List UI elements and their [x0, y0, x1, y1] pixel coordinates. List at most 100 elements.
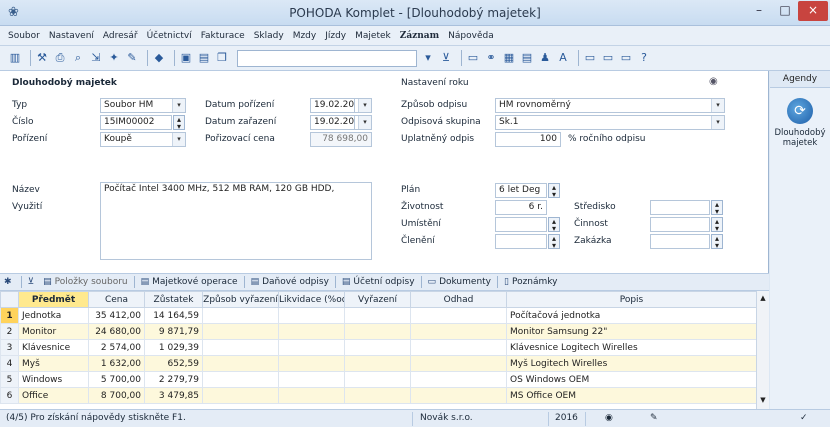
- settings-icon[interactable]: ◉: [709, 76, 718, 87]
- screen-icon[interactable]: ▭: [466, 51, 480, 65]
- stredisko-field[interactable]: [650, 200, 710, 215]
- cislo-field[interactable]: 15IM00002: [100, 115, 172, 130]
- cell-popis[interactable]: Počítačová jednotka: [506, 307, 757, 324]
- table-row[interactable]: 1 Jednotka 35 412,00 14 164,59 Počítačov…: [0, 307, 757, 324]
- cell-zpusob-vyrazeni[interactable]: [202, 371, 279, 388]
- cell-odhad[interactable]: [410, 307, 507, 324]
- cell-likvidace[interactable]: [278, 387, 345, 404]
- cell-likvidace[interactable]: [278, 339, 345, 356]
- cell-predmet[interactable]: Myš: [18, 355, 89, 372]
- column-header[interactable]: Popis: [506, 291, 757, 308]
- tab-danove-odpisy[interactable]: ▤ Daňové odpisy: [251, 277, 329, 287]
- cell-predmet[interactable]: Klávesnice: [18, 339, 89, 356]
- umisteni-spin-icon[interactable]: ▴ ▾: [548, 217, 560, 233]
- uplatneny-field[interactable]: 100: [495, 132, 561, 147]
- tab-filter[interactable]: ⊻: [28, 277, 38, 287]
- table-row[interactable]: 3 Klávesnice 2 574,00 1 029,39 Klávesnic…: [0, 339, 757, 356]
- cislo-spin-icon[interactable]: ▴ ▾: [173, 115, 185, 131]
- cell-predmet[interactable]: Jednotka: [18, 307, 89, 324]
- menu-sklady[interactable]: Sklady: [254, 31, 284, 41]
- tab-ucetni-odpisy[interactable]: ▤ Účetní odpisy: [342, 277, 415, 287]
- chevron-down-icon[interactable]: ▾: [711, 99, 724, 112]
- cell-zustatek[interactable]: 1 029,39: [144, 339, 203, 356]
- menu-majetek[interactable]: Majetek: [355, 31, 391, 41]
- cell-predmet[interactable]: Monitor: [18, 323, 89, 340]
- new-icon[interactable]: ✦: [107, 51, 121, 65]
- menu-nastaveni[interactable]: Nastavení: [49, 31, 94, 41]
- link-icon[interactable]: ⚭: [484, 51, 498, 65]
- cell-cena[interactable]: 2 574,00: [88, 339, 145, 356]
- help-icon[interactable]: ?: [637, 51, 651, 65]
- preview-icon[interactable]: ⌕: [71, 51, 85, 65]
- cinnost-spin-icon[interactable]: ▴ ▾: [711, 217, 723, 233]
- cell-predmet[interactable]: Windows: [18, 371, 89, 388]
- cell-likvidace[interactable]: [278, 323, 345, 340]
- maximize-button[interactable]: □: [772, 1, 798, 21]
- typ-select[interactable]: Soubor HM ▾: [100, 98, 186, 113]
- cell-odhad[interactable]: [410, 339, 507, 356]
- cell-odhad[interactable]: [410, 371, 507, 388]
- print-icon[interactable]: ⎙: [53, 51, 67, 65]
- dropdown-icon[interactable]: ▾: [421, 51, 435, 65]
- column-header[interactable]: Způsob vyřazení: [202, 291, 279, 308]
- zakazka-spin-icon[interactable]: ▴ ▾: [711, 234, 723, 250]
- menu-fakturace[interactable]: Fakturace: [201, 31, 245, 41]
- zivotnost-field[interactable]: 6 r.: [495, 200, 547, 215]
- person-icon[interactable]: ♟: [538, 51, 552, 65]
- menu-zaznam[interactable]: Záznam: [400, 31, 439, 41]
- zakazka-field[interactable]: [650, 234, 710, 249]
- cell-vyrazeni[interactable]: [344, 371, 411, 388]
- table-row[interactable]: 6 Office 8 700,00 3 479,85 MS Office OEM: [0, 387, 757, 404]
- minimize-button[interactable]: –: [746, 1, 772, 21]
- cell-zustatek[interactable]: 9 871,79: [144, 323, 203, 340]
- agenda-item-label[interactable]: Dlouhodobý majetek: [770, 128, 830, 148]
- cell-zpusob-vyrazeni[interactable]: [202, 387, 279, 404]
- cell-popis[interactable]: Monitor Samsung 22": [506, 323, 757, 340]
- datum-porizeni-dropdown[interactable]: ▾: [354, 98, 372, 113]
- cell-zpusob-vyrazeni[interactable]: [202, 323, 279, 340]
- cleneni-field[interactable]: [495, 234, 547, 249]
- cell-zustatek[interactable]: 3 479,85: [144, 387, 203, 404]
- cell-vyrazeni[interactable]: [344, 355, 411, 372]
- menu-soubor[interactable]: Soubor: [8, 31, 40, 41]
- cell-cena[interactable]: 5 700,00: [88, 371, 145, 388]
- cell-popis[interactable]: Myš Logitech Wirelles: [506, 355, 757, 372]
- status-pen-icon[interactable]: ✎: [650, 413, 658, 423]
- column-header[interactable]: Předmět: [18, 291, 89, 308]
- column-header[interactable]: Likvidace (%od: [278, 291, 345, 308]
- plan-field[interactable]: 6 let Deg: [495, 183, 547, 198]
- menu-jizdy[interactable]: Jízdy: [325, 31, 346, 41]
- grid-icon[interactable]: ▦: [502, 51, 516, 65]
- column-header[interactable]: Vyřazení: [344, 291, 411, 308]
- cell-likvidace[interactable]: [278, 371, 345, 388]
- plan-spin-icon[interactable]: ▴ ▾: [548, 183, 560, 199]
- datum-zarazeni-dropdown[interactable]: ▾: [354, 115, 372, 130]
- copy-icon[interactable]: ❐: [215, 51, 229, 65]
- chevron-down-icon[interactable]: ▾: [358, 116, 371, 129]
- close-button[interactable]: ×: [798, 1, 828, 21]
- toolbar-search-input[interactable]: [237, 49, 417, 67]
- nazev-field[interactable]: Počítač Intel 3400 MHz, 512 MB RAM, 120 …: [100, 182, 372, 260]
- tab-pin[interactable]: ✱: [4, 277, 15, 287]
- window3-icon[interactable]: ▭: [619, 51, 633, 65]
- column-header[interactable]: Cena: [88, 291, 145, 308]
- cell-popis[interactable]: OS Windows OEM: [506, 371, 757, 388]
- porizeni-select[interactable]: Koupě ▾: [100, 132, 186, 147]
- cell-zustatek[interactable]: 14 164,59: [144, 307, 203, 324]
- abc-icon[interactable]: A: [556, 51, 570, 65]
- tools-icon[interactable]: ⚒: [35, 51, 49, 65]
- save-all-icon[interactable]: ▤: [197, 51, 211, 65]
- window2-icon[interactable]: ▭: [601, 51, 615, 65]
- umisteni-field[interactable]: [495, 217, 547, 232]
- column-header[interactable]: Odhad: [410, 291, 507, 308]
- save-icon[interactable]: ▣: [179, 51, 193, 65]
- scroll-up-icon[interactable]: ▲: [757, 293, 769, 303]
- cell-odhad[interactable]: [410, 387, 507, 404]
- tab-majetkove-operace[interactable]: ▤ Majetkové operace: [141, 277, 238, 287]
- cell-odhad[interactable]: [410, 355, 507, 372]
- zpusob-select[interactable]: HM rovnoměrný ▾: [495, 98, 725, 113]
- cell-likvidace[interactable]: [278, 355, 345, 372]
- cell-predmet[interactable]: Office: [18, 387, 89, 404]
- cell-zustatek[interactable]: 2 279,79: [144, 371, 203, 388]
- chevron-down-icon[interactable]: ▾: [172, 133, 185, 146]
